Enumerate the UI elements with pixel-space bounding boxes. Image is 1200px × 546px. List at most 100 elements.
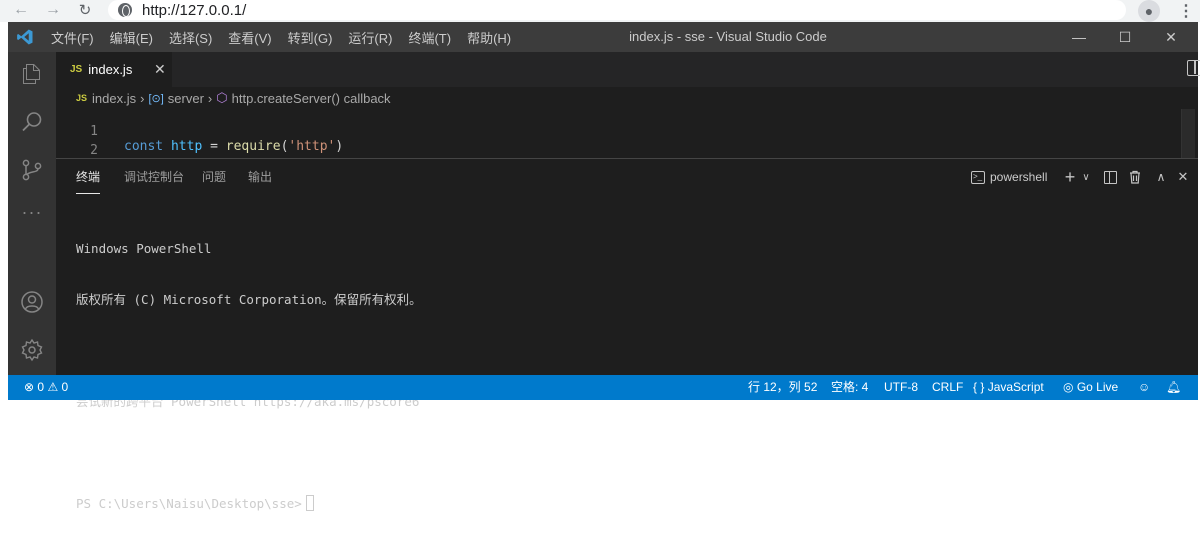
error-count: 0: [37, 380, 45, 394]
notifications-button[interactable]: 🔔︎: [1166, 375, 1181, 400]
problems-status[interactable]: ⊗ 0 ⚠ 0: [24, 375, 68, 400]
terminal-prompt-line: PS C:\Users\Naisu\Desktop\sse>: [76, 495, 1176, 512]
variable-symbol-icon: [⊙]: [148, 92, 164, 105]
person-icon: ●: [1144, 3, 1154, 19]
menu-go[interactable]: 转到(G): [288, 28, 333, 47]
source-control-icon[interactable]: [20, 158, 44, 182]
indentation-status[interactable]: 空格: 4: [831, 375, 868, 400]
profile-button[interactable]: ●: [1138, 0, 1160, 22]
url-text: http://127.0.0.1/: [142, 1, 247, 19]
language-mode[interactable]: { } JavaScript: [973, 375, 1044, 400]
minimize-button[interactable]: —: [1056, 22, 1102, 52]
menu-terminal[interactable]: 终端(T): [408, 28, 451, 47]
js-file-icon: JS: [76, 93, 88, 103]
js-file-icon: JS: [70, 64, 83, 75]
menu-edit[interactable]: 编辑(E): [110, 28, 153, 47]
chevron-right-icon: ›: [140, 90, 145, 106]
language-label: JavaScript: [987, 380, 1044, 394]
breadcrumb-symbol-callback[interactable]: http.createServer() callback: [232, 91, 391, 106]
feedback-button[interactable]: ☺: [1138, 375, 1150, 400]
address-bar[interactable]: http://127.0.0.1/: [108, 0, 1126, 20]
menu-file[interactable]: 文件(F): [51, 28, 94, 47]
menu-help[interactable]: 帮助(H): [467, 28, 511, 47]
arrow-right-icon: →: [45, 1, 61, 18]
tab-problems[interactable]: 问题: [202, 159, 226, 194]
close-tab-icon[interactable]: ✕: [154, 61, 166, 78]
back-button[interactable]: ←: [8, 0, 34, 20]
reload-icon: ↻: [78, 2, 92, 19]
chevron-down-icon: ∨: [1082, 171, 1090, 183]
explorer-icon[interactable]: [20, 62, 44, 86]
maximize-panel-button[interactable]: ∧: [1152, 168, 1170, 186]
menu-selection[interactable]: 选择(S): [169, 28, 212, 47]
new-terminal-button[interactable]: +: [1061, 166, 1079, 187]
warning-icon: ⚠: [47, 380, 59, 394]
window-title: index.js - sse - Visual Studio Code: [629, 29, 827, 44]
error-icon: ⊗: [24, 380, 35, 394]
feedback-icon: ☺: [1138, 380, 1151, 394]
chevron-up-icon: ∧: [1156, 170, 1166, 184]
site-info-icon[interactable]: [118, 3, 132, 17]
gear-icon[interactable]: [20, 338, 44, 362]
encoding-status[interactable]: UTF-8: [884, 375, 918, 400]
tab-terminal[interactable]: 终端: [76, 159, 101, 194]
bell-icon: 🔔︎: [1166, 380, 1182, 394]
more-vertical-icon: ⋮: [1178, 3, 1194, 20]
tab-index-js[interactable]: JS index.js ✕: [56, 52, 172, 87]
code-line: 2: [56, 128, 1186, 158]
close-panel-button[interactable]: ✕: [1174, 168, 1192, 186]
breadcrumb: JS index.js › [⊙] server › ⬡ http.create…: [56, 87, 1198, 109]
split-editor-icon[interactable]: [1187, 60, 1200, 76]
menu-view[interactable]: 查看(V): [228, 28, 271, 47]
cursor-position[interactable]: 行 12，列 52: [748, 375, 817, 400]
account-icon[interactable]: [20, 290, 44, 314]
split-terminal-button[interactable]: [1101, 168, 1119, 186]
activity-bar: ···: [8, 52, 56, 375]
forward-button[interactable]: →: [40, 0, 66, 20]
close-icon: ✕: [1165, 28, 1177, 45]
tab-debug-console[interactable]: 调试控制台: [124, 159, 184, 194]
breadcrumb-symbol-server[interactable]: server: [168, 91, 204, 106]
close-icon: ✕: [1177, 169, 1189, 184]
trash-icon: [1130, 170, 1140, 184]
more-icon[interactable]: ···: [20, 202, 44, 226]
go-live-button[interactable]: ◎ Go Live: [1063, 375, 1118, 400]
broadcast-icon: ◎: [1063, 380, 1074, 394]
terminal-prompt: PS C:\Users\Naisu\Desktop\sse>: [76, 496, 302, 511]
breadcrumb-file[interactable]: index.js: [92, 91, 136, 106]
search-icon[interactable]: [20, 110, 44, 134]
code-editor[interactable]: 1 const http = require('http') 2 3 const…: [56, 109, 1198, 158]
braces-icon: { }: [973, 380, 985, 394]
vscode-logo-icon: [17, 29, 33, 45]
maximize-button[interactable]: ☐: [1102, 22, 1148, 52]
terminal-name: powershell: [990, 170, 1048, 184]
browser-menu-button[interactable]: ⋮: [1176, 0, 1196, 22]
terminal-cursor: [305, 495, 314, 511]
reload-button[interactable]: ↻: [72, 0, 98, 20]
editor-scrollbar[interactable]: [1181, 109, 1195, 158]
minimize-icon: —: [1072, 29, 1086, 45]
go-live-label: Go Live: [1076, 380, 1119, 394]
eol-status[interactable]: CRLF: [932, 375, 963, 400]
terminal-line: Windows PowerShell: [76, 241, 212, 256]
kill-terminal-button[interactable]: [1126, 168, 1144, 186]
method-cube-icon: ⬡: [216, 90, 228, 105]
terminal-dropdown-button[interactable]: ∨: [1079, 168, 1093, 186]
close-window-button[interactable]: ✕: [1148, 22, 1194, 52]
code-line: 1 const http = require('http'): [56, 109, 1186, 154]
maximize-icon: ☐: [1118, 28, 1132, 45]
code-line: 3 const server = http.createServer((req,…: [56, 147, 1186, 158]
tab-output[interactable]: 输出: [248, 159, 272, 194]
menu-run[interactable]: 运行(R): [348, 28, 392, 47]
browser-toolbar: ← → ↻ http://127.0.0.1/ ● ⋮: [0, 0, 1200, 22]
plus-icon: +: [1064, 166, 1076, 187]
warning-count: 0: [61, 380, 69, 394]
chevron-right-icon: ›: [207, 90, 213, 106]
title-bar: 文件(F) 编辑(E) 选择(S) 查看(V) 转到(G) 运行(R) 终端(T…: [8, 22, 1198, 52]
editor-tabs: JS index.js ✕ ···: [56, 52, 1200, 87]
terminal-selector[interactable]: >_ powershell: [971, 169, 1047, 185]
terminal-icon: >_: [971, 170, 985, 184]
vscode-window: 文件(F) 编辑(E) 选择(S) 查看(V) 转到(G) 运行(R) 终端(T…: [8, 22, 1200, 511]
